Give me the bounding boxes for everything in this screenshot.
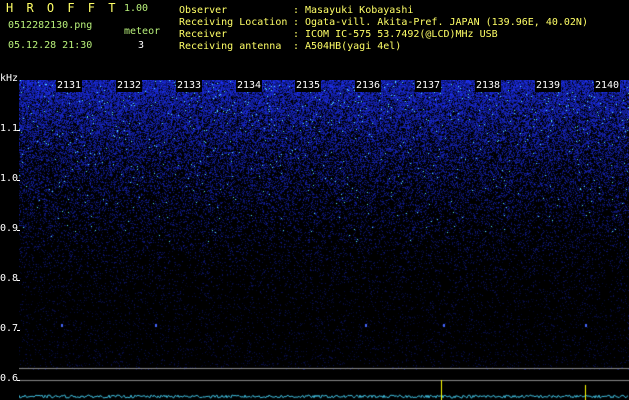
info-sep-location: :	[293, 17, 300, 28]
file-name: 0512282130.png	[8, 20, 93, 31]
date-time: 05.12.28 21:30	[8, 40, 93, 51]
app-version: 1.00	[124, 3, 149, 14]
y-tick-label: 0.6	[0, 373, 19, 384]
y-tick-mark	[17, 180, 20, 181]
time-label: 2133	[176, 80, 203, 92]
y-tick-mark	[17, 130, 20, 131]
time-label: 2135	[295, 80, 322, 92]
info-key-receiver: Receiver	[179, 29, 228, 40]
time-label: 2136	[355, 80, 382, 92]
y-tick-label: 0.8	[0, 273, 19, 284]
frequency-axis: kHz 1.1 1.0 0.9 0.8 0.7 0.6	[0, 73, 20, 400]
y-tick-mark	[17, 280, 20, 281]
spectrogram-display	[19, 80, 629, 370]
time-label: 2137	[415, 80, 442, 92]
info-key-observer: Observer	[179, 5, 228, 16]
time-label: 2131	[56, 80, 83, 92]
time-label: 2132	[116, 80, 143, 92]
y-tick-mark	[17, 330, 20, 331]
time-label: 2134	[236, 80, 263, 92]
info-sep-antenna: :	[293, 41, 300, 52]
meteor-count: 3	[138, 40, 145, 51]
info-key-location: Receiving Location	[179, 17, 288, 28]
info-value-antenna: A504HB(yagi 4el)	[305, 41, 402, 52]
info-value-receiver: ICOM IC-575 53.7492(@LCD)MHz USB	[305, 29, 498, 40]
signal-baseline-display	[19, 370, 629, 400]
info-key-antenna: Receiving antenna	[179, 41, 282, 52]
y-tick-label: 0.9	[0, 223, 19, 234]
info-sep-observer: :	[293, 5, 300, 16]
time-label: 2138	[475, 80, 502, 92]
meteor-label: meteor	[124, 26, 161, 37]
time-label: 2140	[594, 80, 621, 92]
y-tick-label: 1.1	[0, 123, 19, 134]
axis-unit-label: kHz	[0, 73, 19, 84]
y-tick-mark	[17, 230, 20, 231]
info-sep-receiver: :	[293, 29, 300, 40]
app-title: H R O F F T	[6, 1, 119, 15]
time-label: 2139	[535, 80, 562, 92]
info-value-location: Ogata-vill. Akita-Pref. JAPAN (139.96E, …	[305, 17, 588, 28]
y-tick-label: 1.0	[0, 173, 19, 184]
info-value-observer: Masayuki Kobayashi	[305, 5, 414, 16]
y-tick-label: 0.7	[0, 323, 19, 334]
y-tick-mark	[17, 380, 20, 381]
